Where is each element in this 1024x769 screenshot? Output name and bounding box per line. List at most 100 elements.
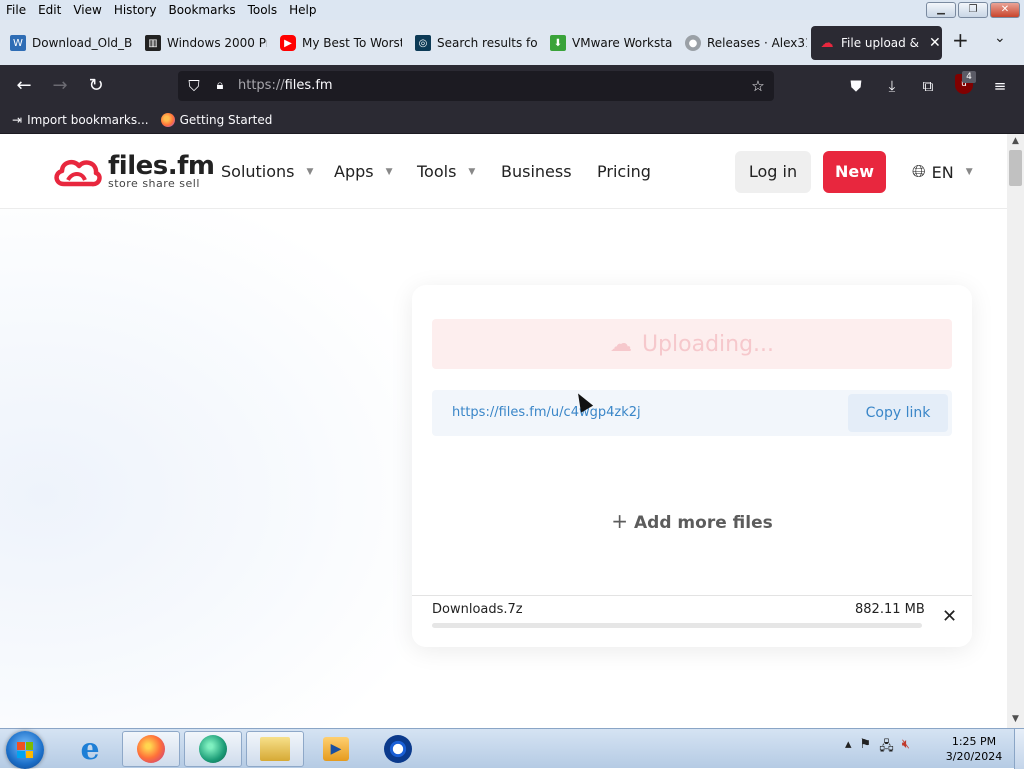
volume-muted-icon[interactable]: 🔇︎	[902, 737, 910, 759]
menu-history[interactable]: History	[108, 0, 163, 20]
plus-icon: +	[611, 509, 629, 533]
tab-youtube[interactable]: ▶ My Best To Worst	[272, 26, 402, 60]
file-upload-item: Downloads.7z 882.11 MB ✕	[412, 595, 972, 647]
tab-search-results[interactable]: ◎ Search results for	[407, 26, 537, 60]
filesfm-icon: ☁	[820, 35, 834, 51]
minimize-button[interactable]: ▁	[926, 2, 956, 18]
caret-down-icon: ▼	[385, 166, 393, 177]
upload-progress-bar	[432, 623, 922, 628]
clock-date: 3/20/2024	[945, 750, 1003, 763]
scrollbar-thumb[interactable]	[1009, 150, 1022, 186]
brand-name: files.fm	[108, 151, 215, 181]
brand-tagline: store share sell	[108, 177, 200, 190]
nav-tools[interactable]: Tools ▼	[417, 162, 475, 181]
menu-bar: File Edit View History Bookmarks Tools H…	[0, 0, 1024, 20]
nav-label: Pricing	[597, 162, 651, 181]
show-desktop-button[interactable]	[1014, 729, 1024, 769]
upload-card: ☁ Uploading... https://files.fm/u/c4wgp4…	[412, 285, 972, 647]
forward-button[interactable]: →	[49, 75, 71, 97]
menu-view[interactable]: View	[67, 0, 107, 20]
bookmark-import[interactable]: ⇥ Import bookmarks...	[12, 113, 149, 127]
nav-pricing[interactable]: Pricing	[597, 162, 651, 181]
tab-label: Search results for	[437, 36, 537, 50]
menu-tools[interactable]: Tools	[242, 0, 284, 20]
back-button[interactable]: ←	[13, 75, 35, 97]
language-label: EN	[931, 162, 954, 182]
add-more-files-button[interactable]: + Add more files	[412, 509, 972, 533]
new-tab-button[interactable]: +	[952, 28, 969, 52]
download-arrow-icon: ⬇	[550, 35, 566, 51]
nav-label: Solutions	[221, 162, 295, 181]
chat-app-icon[interactable]	[184, 731, 242, 767]
media-player-icon[interactable]: ▶	[307, 731, 365, 767]
url-bar[interactable]: ⛉ 🔒︎ https://files.fm ☆	[178, 71, 774, 101]
caret-down-icon: ▼	[306, 166, 314, 177]
close-tab-icon[interactable]: ✕	[929, 35, 941, 51]
scroll-down-icon[interactable]: ▼	[1007, 714, 1024, 724]
bookmark-label: Getting Started	[179, 112, 273, 127]
firefox-icon[interactable]	[122, 731, 180, 767]
github-icon: ●	[685, 35, 701, 51]
nav-solutions[interactable]: Solutions ▼	[221, 162, 313, 181]
action-center-flag-icon[interactable]: ⚑	[860, 737, 872, 759]
restore-button[interactable]: ❐	[958, 2, 988, 18]
uploading-status: ☁ Uploading...	[432, 319, 952, 369]
tab-windows-2000[interactable]: ▥ Windows 2000 Pr	[137, 26, 267, 60]
share-link[interactable]: https://files.fm/u/c4wgp4zk2j	[452, 405, 641, 420]
internet-explorer-icon[interactable]: e	[61, 731, 119, 767]
start-button[interactable]	[6, 731, 44, 769]
chromium-icon[interactable]	[369, 731, 427, 767]
reload-button[interactable]: ↻	[85, 75, 107, 97]
globe-icon: 🌐︎	[912, 162, 926, 182]
system-clock[interactable]: 1:25 PM 3/20/2024	[944, 734, 1004, 764]
bookmark-label: Import bookmarks...	[27, 112, 149, 127]
language-selector[interactable]: 🌐︎ EN ▼	[912, 162, 973, 182]
search-site-icon: ◎	[415, 35, 431, 51]
tab-download-old[interactable]: W Download_Old_B	[2, 26, 132, 60]
menu-file[interactable]: File	[0, 0, 32, 20]
caret-down-icon: ▼	[468, 166, 476, 177]
tab-label: Windows 2000 Pr	[167, 36, 267, 50]
tab-vmware[interactable]: ⬇ VMware Workstat	[542, 26, 672, 60]
firefox-icon	[160, 112, 175, 127]
document-icon: W	[10, 35, 26, 51]
bookmark-getting-started[interactable]: Getting Started	[160, 112, 273, 127]
login-button[interactable]: Log in	[735, 151, 811, 193]
list-all-tabs-button[interactable]: ⌄	[994, 30, 1006, 46]
page-scrollbar[interactable]: ▲ ▼	[1007, 134, 1024, 728]
url-text[interactable]: https://files.fm	[238, 78, 333, 93]
file-name: Downloads.7z	[432, 602, 523, 617]
bookmarks-bar: ⇥ Import bookmarks... Getting Started	[0, 106, 1024, 134]
tab-strip: W Download_Old_B ▥ Windows 2000 Pr ▶ My …	[0, 20, 1024, 65]
shield-icon[interactable]: ⛉	[184, 76, 204, 96]
tab-releases[interactable]: ● Releases · Alex313	[677, 26, 807, 60]
lock-icon[interactable]: 🔒︎	[210, 76, 230, 96]
new-button[interactable]: New	[823, 151, 886, 193]
close-window-button[interactable]: ✕	[990, 2, 1020, 18]
bookmark-star-icon[interactable]: ☆	[748, 76, 768, 96]
site-logo[interactable]: files.fm store share sell	[52, 151, 215, 190]
add-more-label: Add more files	[634, 513, 773, 533]
tab-file-upload[interactable]: ☁ File upload & ✕	[811, 26, 942, 60]
menu-bookmarks[interactable]: Bookmarks	[163, 0, 242, 20]
pocket-icon[interactable]: ⛊	[845, 75, 867, 97]
nav-apps[interactable]: Apps ▼	[334, 162, 393, 181]
file-explorer-icon[interactable]	[246, 731, 304, 767]
downloads-icon[interactable]: ⤓	[881, 75, 903, 97]
web-page: files.fm store share sell Solutions ▼ App…	[0, 134, 1007, 728]
nav-label: Business	[501, 162, 572, 181]
menu-help[interactable]: Help	[283, 0, 322, 20]
system-tray: ▴ ⚑ 🖧︎ 🔇︎	[845, 737, 910, 759]
show-hidden-icons-icon[interactable]: ▴	[845, 737, 852, 759]
uploading-label: Uploading...	[641, 331, 775, 357]
copy-link-button[interactable]: Copy link	[848, 394, 948, 432]
extensions-icon[interactable]: ⧉	[917, 75, 939, 97]
hamburger-menu-icon[interactable]: ≡	[989, 75, 1011, 97]
network-icon[interactable]: 🖧︎	[879, 737, 894, 759]
scroll-up-icon[interactable]: ▲	[1007, 136, 1024, 146]
nav-business[interactable]: Business	[501, 162, 572, 181]
cancel-upload-icon[interactable]: ✕	[942, 606, 957, 627]
tab-label: Download_Old_B	[32, 36, 132, 50]
nav-bar: ← → ↻ ⛉ 🔒︎ https://files.fm ☆ ⛊ ⤓ ⧉ u 4 …	[0, 65, 1024, 106]
menu-edit[interactable]: Edit	[32, 0, 67, 20]
